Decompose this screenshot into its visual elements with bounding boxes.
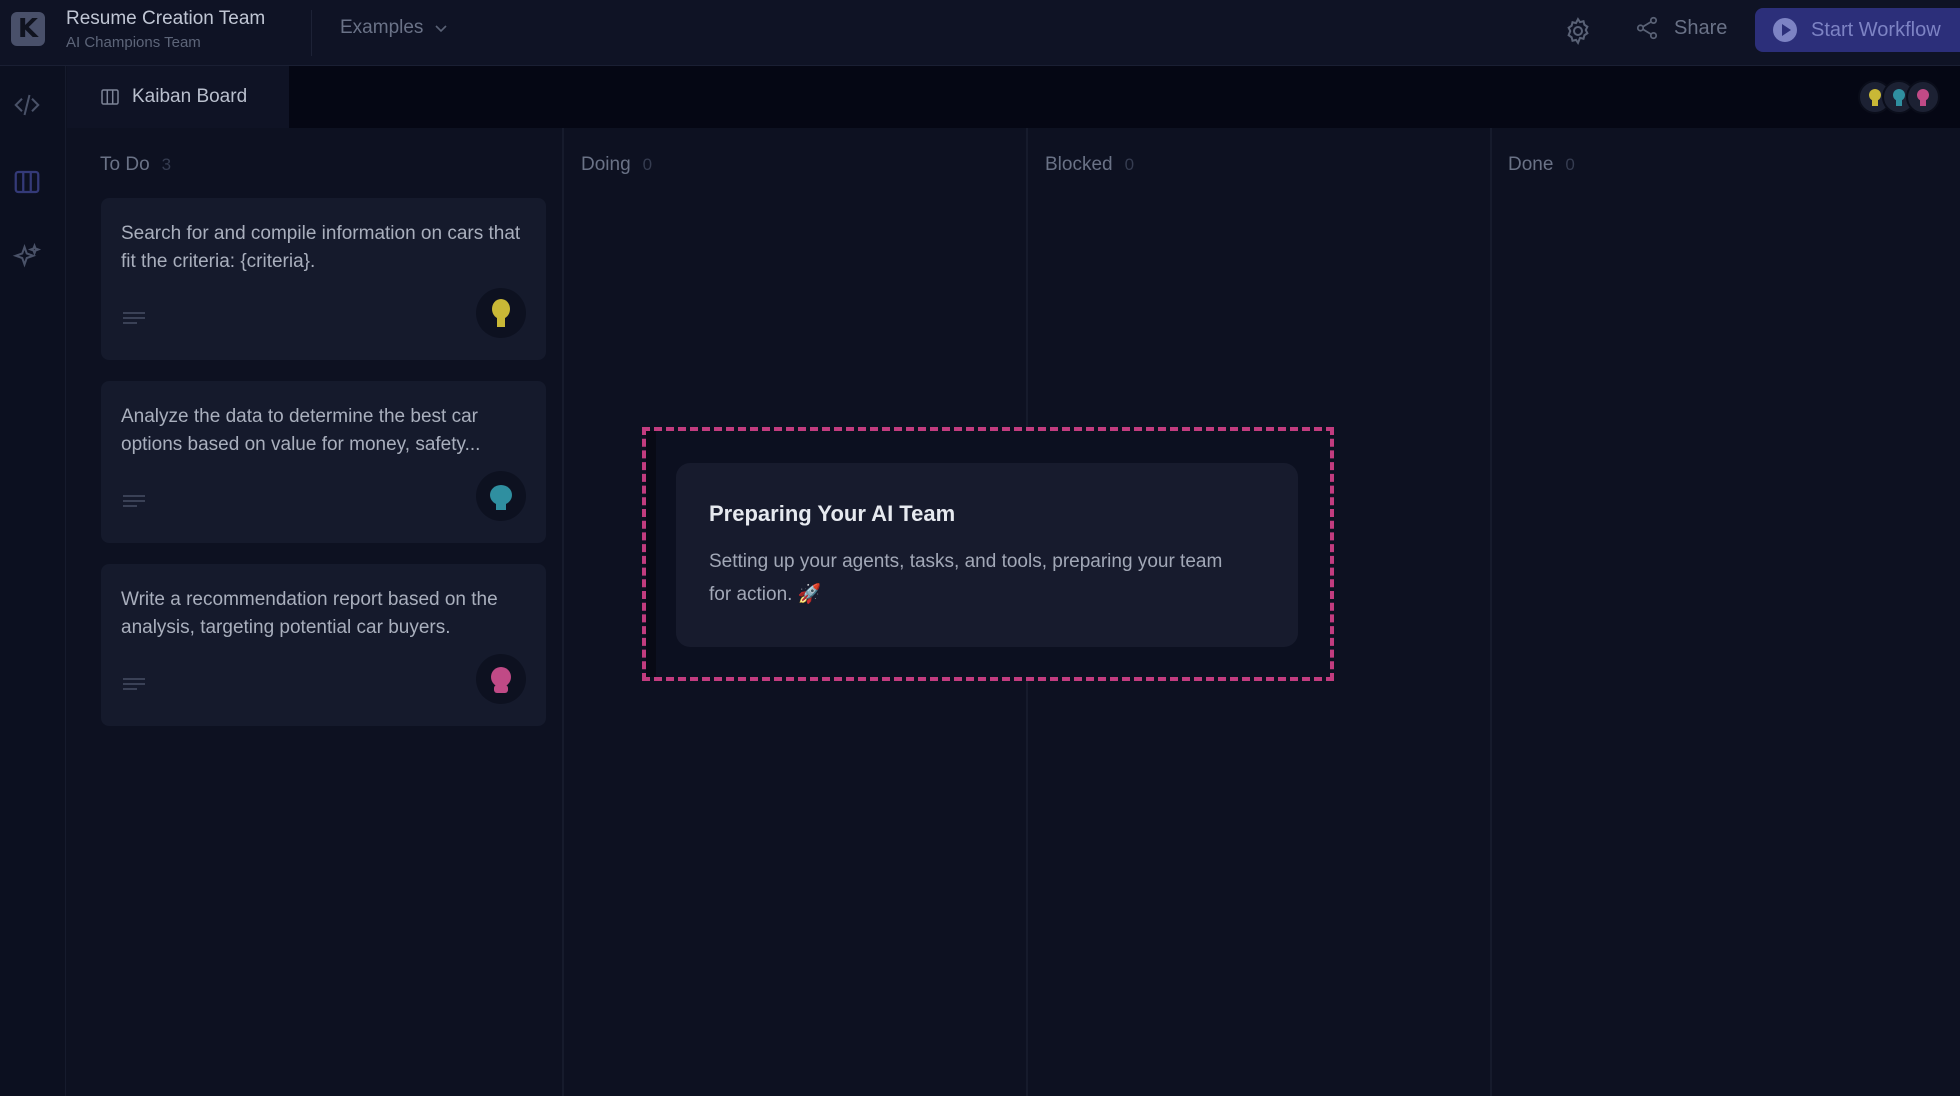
- robot-agent-icon: [491, 667, 511, 693]
- kaiban-logo[interactable]: K: [11, 12, 45, 46]
- column-header-doing: Doing 0: [581, 154, 652, 176]
- agent-avatar[interactable]: [476, 471, 526, 521]
- column-title: To Do: [100, 154, 150, 175]
- settings-gear-icon[interactable]: [1563, 16, 1593, 46]
- task-card[interactable]: Write a recommendation report based on t…: [101, 564, 546, 726]
- column-count: 0: [1565, 155, 1575, 174]
- agent-avatar: [1906, 80, 1940, 114]
- agent-avatar[interactable]: [476, 288, 526, 338]
- robot-agent-icon: [1917, 89, 1929, 106]
- column-divider: [562, 128, 564, 1096]
- team-subtitle: AI Champions Team: [66, 34, 201, 51]
- board-icon: [101, 89, 119, 105]
- top-bar: K Resume Creation Team AI Champions Team…: [0, 0, 1960, 66]
- code-icon[interactable]: [12, 90, 42, 120]
- column-title: Doing: [581, 154, 631, 175]
- start-workflow-label: Start Workflow: [1811, 18, 1941, 41]
- task-description: Write a recommendation report based on t…: [121, 589, 498, 638]
- share-button[interactable]: Share: [1634, 15, 1727, 41]
- column-header-blocked: Blocked 0: [1045, 154, 1134, 176]
- tab-kaiban-board[interactable]: Kaiban Board: [67, 66, 289, 128]
- column-title: Blocked: [1045, 154, 1113, 175]
- agent-avatar[interactable]: [476, 654, 526, 704]
- robot-agent-icon: [492, 299, 510, 327]
- column-header-done: Done 0: [1508, 154, 1575, 176]
- column-count: 0: [642, 155, 653, 174]
- tab-label: Kaiban Board: [132, 86, 248, 107]
- frame-shadow-bar: [646, 431, 656, 677]
- divider: [311, 10, 312, 56]
- play-icon: [1773, 18, 1797, 42]
- column-count: 0: [1124, 155, 1135, 174]
- task-card[interactable]: Search for and compile information on ca…: [101, 198, 546, 360]
- sparkles-icon[interactable]: [12, 242, 42, 272]
- share-label: Share: [1674, 16, 1728, 39]
- column-divider: [1490, 128, 1492, 1096]
- column-title: Done: [1508, 154, 1554, 175]
- robot-agent-icon: [490, 485, 512, 510]
- dialog-title: Preparing Your AI Team: [709, 501, 956, 526]
- left-rail: [0, 66, 66, 1096]
- start-workflow-button[interactable]: Start Workflow: [1755, 8, 1960, 52]
- chevron-down-icon: [435, 25, 447, 33]
- task-description: Analyze the data to determine the best c…: [121, 406, 481, 455]
- examples-dropdown[interactable]: Examples: [340, 17, 449, 39]
- preparing-team-dialog: Preparing Your AI Team Setting up your a…: [676, 463, 1298, 647]
- details-lines-icon: [123, 678, 145, 690]
- dialog-body: Setting up your agents, tasks, and tools…: [709, 551, 1223, 605]
- task-description: Search for and compile information on ca…: [121, 223, 521, 272]
- agent-avatar-stack: [1858, 80, 1940, 114]
- column-count: 3: [161, 155, 172, 174]
- details-lines-icon: [123, 312, 145, 324]
- task-card[interactable]: Analyze the data to determine the best c…: [101, 381, 546, 543]
- share-icon: [1636, 16, 1658, 40]
- details-lines-icon: [123, 495, 145, 507]
- column-header-todo: To Do 3: [100, 154, 171, 176]
- kanban-icon[interactable]: [12, 167, 42, 197]
- examples-label: Examples: [340, 17, 424, 38]
- team-title: Resume Creation Team: [66, 8, 266, 29]
- tab-row: Kaiban Board: [67, 66, 1960, 128]
